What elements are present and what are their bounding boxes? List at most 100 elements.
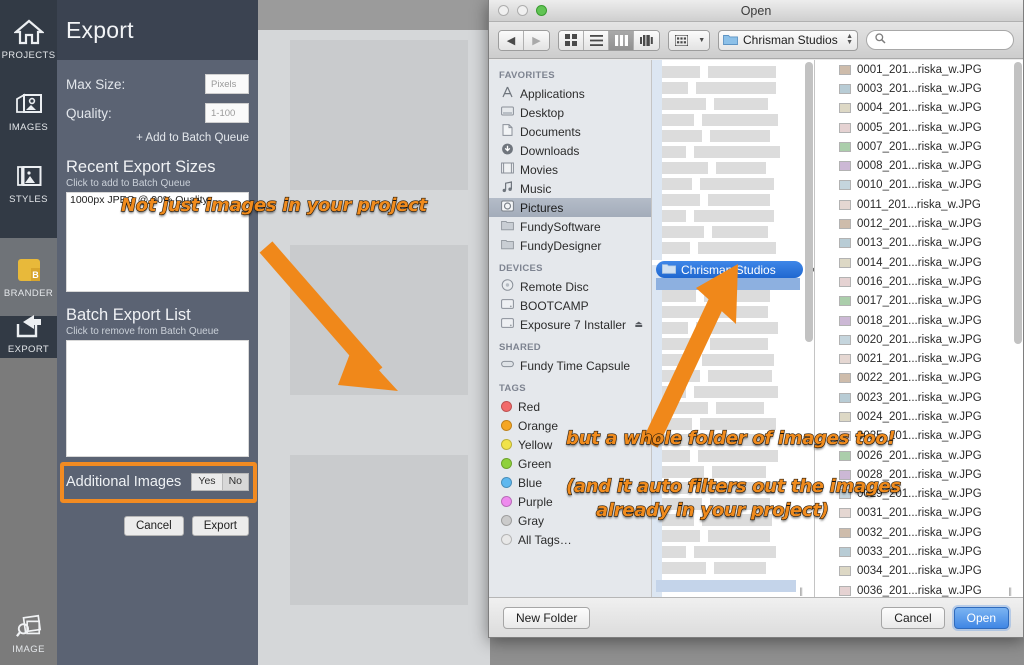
batch-export-list-subtitle: Click to remove from Batch Queue (66, 325, 219, 337)
sidebar-label: Red (518, 399, 541, 414)
sidebar-label: Green (518, 456, 552, 471)
sidebar-item-fundy-time-capsule[interactable]: Fundy Time Capsule (489, 356, 651, 375)
action-menu-button[interactable]: ▼ (668, 29, 710, 51)
cancel-button[interactable]: Cancel (123, 515, 184, 536)
forward-button[interactable]: ▶ (524, 30, 549, 50)
additional-images-no-button[interactable]: No (221, 473, 249, 491)
file-row[interactable]: 0011_201...riska_w.JPG (815, 195, 1023, 214)
file-row[interactable]: 0010_201...riska_w.JPG (815, 176, 1023, 195)
selected-folder-row[interactable]: Chrisman Studios ▶ (656, 261, 814, 278)
file-row[interactable]: 0008_201...riska_w.JPG (815, 156, 1023, 175)
file-row[interactable]: 0018_201...riska_w.JPG (815, 311, 1023, 330)
file-list-scrollbar[interactable] (1014, 62, 1022, 585)
column-resize-grip[interactable]: || (799, 586, 803, 596)
sidebar-item-tag-red[interactable]: Red (489, 397, 651, 416)
sidebar-item-tag-green[interactable]: Green (489, 454, 651, 473)
sidebar-item-applications[interactable]: Applications (489, 84, 651, 103)
tag-dot-icon (501, 458, 512, 469)
file-row[interactable]: 0032_201...riska_w.JPG (815, 523, 1023, 542)
sidebar-item-music[interactable]: Music (489, 179, 651, 198)
image-file-icon (839, 141, 851, 152)
sidebar-item-fundydesigner[interactable]: FundyDesigner (489, 236, 651, 255)
file-row[interactable]: 0022_201...riska_w.JPG (815, 369, 1023, 388)
sidebar-item-downloads[interactable]: Downloads (489, 141, 651, 160)
sidebar-item-fundysoftware[interactable]: FundySoftware (489, 217, 651, 236)
music-icon (501, 181, 514, 196)
export-button[interactable]: Export (191, 515, 249, 536)
max-size-input[interactable]: Pixels (205, 74, 249, 94)
sidebar-item-pictures[interactable]: Pictures (489, 198, 651, 217)
image-file-icon (839, 315, 851, 326)
file-row[interactable]: 0014_201...riska_w.JPG (815, 253, 1023, 272)
file-row[interactable]: 0017_201...riska_w.JPG (815, 292, 1023, 311)
tag-dot-icon (501, 401, 512, 412)
column-view-icon[interactable] (609, 30, 634, 50)
file-row[interactable]: 0023_201...riska_w.JPG (815, 388, 1023, 407)
file-row[interactable]: 0004_201...riska_w.JPG (815, 99, 1023, 118)
sidebar-item-all-tags[interactable]: All Tags… (489, 530, 651, 549)
quality-input[interactable]: 1-100 (205, 103, 249, 123)
filmstrip-preview: CHRISMAN CHRISMAN (258, 0, 726, 665)
cancel-button[interactable]: Cancel (881, 606, 945, 629)
file-row[interactable]: 0024_201...riska_w.JPG (815, 407, 1023, 426)
nav-buttons[interactable]: ◀ ▶ (498, 29, 550, 51)
file-row[interactable]: 0003_201...riska_w.JPG (815, 79, 1023, 98)
sidebar-label: Documents (520, 124, 581, 139)
coverflow-view-icon[interactable] (634, 30, 659, 50)
sidebar-item-movies[interactable]: Movies (489, 160, 651, 179)
file-row[interactable]: 0033_201...riska_w.JPG (815, 542, 1023, 561)
file-list[interactable]: 0001_201...riska_w.JPG 0003_201...riska_w… (815, 60, 1023, 597)
sidebar-item-bootcamp[interactable]: BOOTCAMP (489, 296, 651, 315)
eject-icon[interactable]: ⏏ (634, 319, 643, 330)
sidebar-item-exposure-7-installer[interactable]: Exposure 7 Installer ⏏ (489, 315, 651, 334)
file-row[interactable]: 0021_201...riska_w.JPG (815, 349, 1023, 368)
sidebar-item-desktop[interactable]: Desktop (489, 103, 651, 122)
dialog-title-bar[interactable]: Open (489, 0, 1023, 22)
icon-view-icon[interactable] (559, 30, 584, 50)
rail-item-projects[interactable]: PROJECTS (0, 0, 57, 78)
sidebar-label: BOOTCAMP (520, 298, 589, 313)
all-tags-icon (501, 534, 512, 545)
rail-item-export[interactable]: EXPORT (0, 294, 57, 372)
movies-icon (501, 162, 514, 177)
page-title: Export (66, 16, 134, 43)
open-button[interactable]: Open (953, 606, 1009, 629)
anno-auto-filter-line1: (and it auto filters out the images (565, 475, 901, 497)
folder-icon (501, 238, 514, 253)
image-file-icon (839, 547, 851, 558)
sidebar-item-documents[interactable]: Documents (489, 122, 651, 141)
file-row[interactable]: 0001_201...riska_w.JPG (815, 60, 1023, 79)
file-row[interactable]: 0031_201...riska_w.JPG (815, 504, 1023, 523)
image-file-icon (839, 276, 851, 287)
file-list-resize-grip[interactable]: || (1008, 586, 1012, 596)
additional-images-yes-button[interactable]: Yes (191, 473, 222, 491)
file-name: 0021_201...riska_w.JPG (857, 353, 982, 366)
file-row[interactable]: 0007_201...riska_w.JPG (815, 137, 1023, 156)
svg-text:B: B (32, 270, 39, 280)
file-row[interactable]: 0034_201...riska_w.JPG (815, 562, 1023, 581)
column-file-list[interactable]: 0001_201...riska_w.JPG 0003_201...riska_w… (815, 60, 1023, 597)
back-button[interactable]: ◀ (499, 30, 524, 50)
rail-item-image[interactable]: IMAGE (0, 603, 57, 665)
rail-item-styles[interactable]: STYLES (0, 144, 57, 222)
view-mode-buttons[interactable] (558, 29, 660, 51)
file-row[interactable]: 0013_201...riska_w.JPG (815, 234, 1023, 253)
batch-export-list[interactable] (66, 339, 249, 457)
sidebar-item-remote-disc[interactable]: Remote Disc (489, 277, 651, 296)
list-view-icon[interactable] (584, 30, 609, 50)
file-row[interactable]: 0020_201...riska_w.JPG (815, 330, 1023, 349)
search-input[interactable] (866, 30, 1014, 50)
additional-images-toggle[interactable]: Yes No (191, 473, 249, 491)
file-row[interactable]: 0005_201...riska_w.JPG (815, 118, 1023, 137)
new-folder-button[interactable]: New Folder (503, 606, 591, 629)
action-menu-icon[interactable] (669, 30, 695, 50)
rail-item-images[interactable]: IMAGES (0, 72, 57, 150)
add-to-batch-queue-link[interactable]: + Add to Batch Queue (66, 132, 249, 144)
path-popup-button[interactable]: Chrisman Studios ▲ ▼ (718, 29, 858, 51)
file-row[interactable]: 0036_201...riska_w.JPG (815, 581, 1023, 597)
file-name: 0014_201...riska_w.JPG (857, 256, 982, 269)
file-row[interactable]: 0016_201...riska_w.JPG (815, 272, 1023, 291)
file-row[interactable]: 0012_201...riska_w.JPG (815, 214, 1023, 233)
chevron-down-icon[interactable]: ▼ (694, 30, 709, 50)
stepper-icon[interactable]: ▲ ▼ (846, 33, 853, 46)
